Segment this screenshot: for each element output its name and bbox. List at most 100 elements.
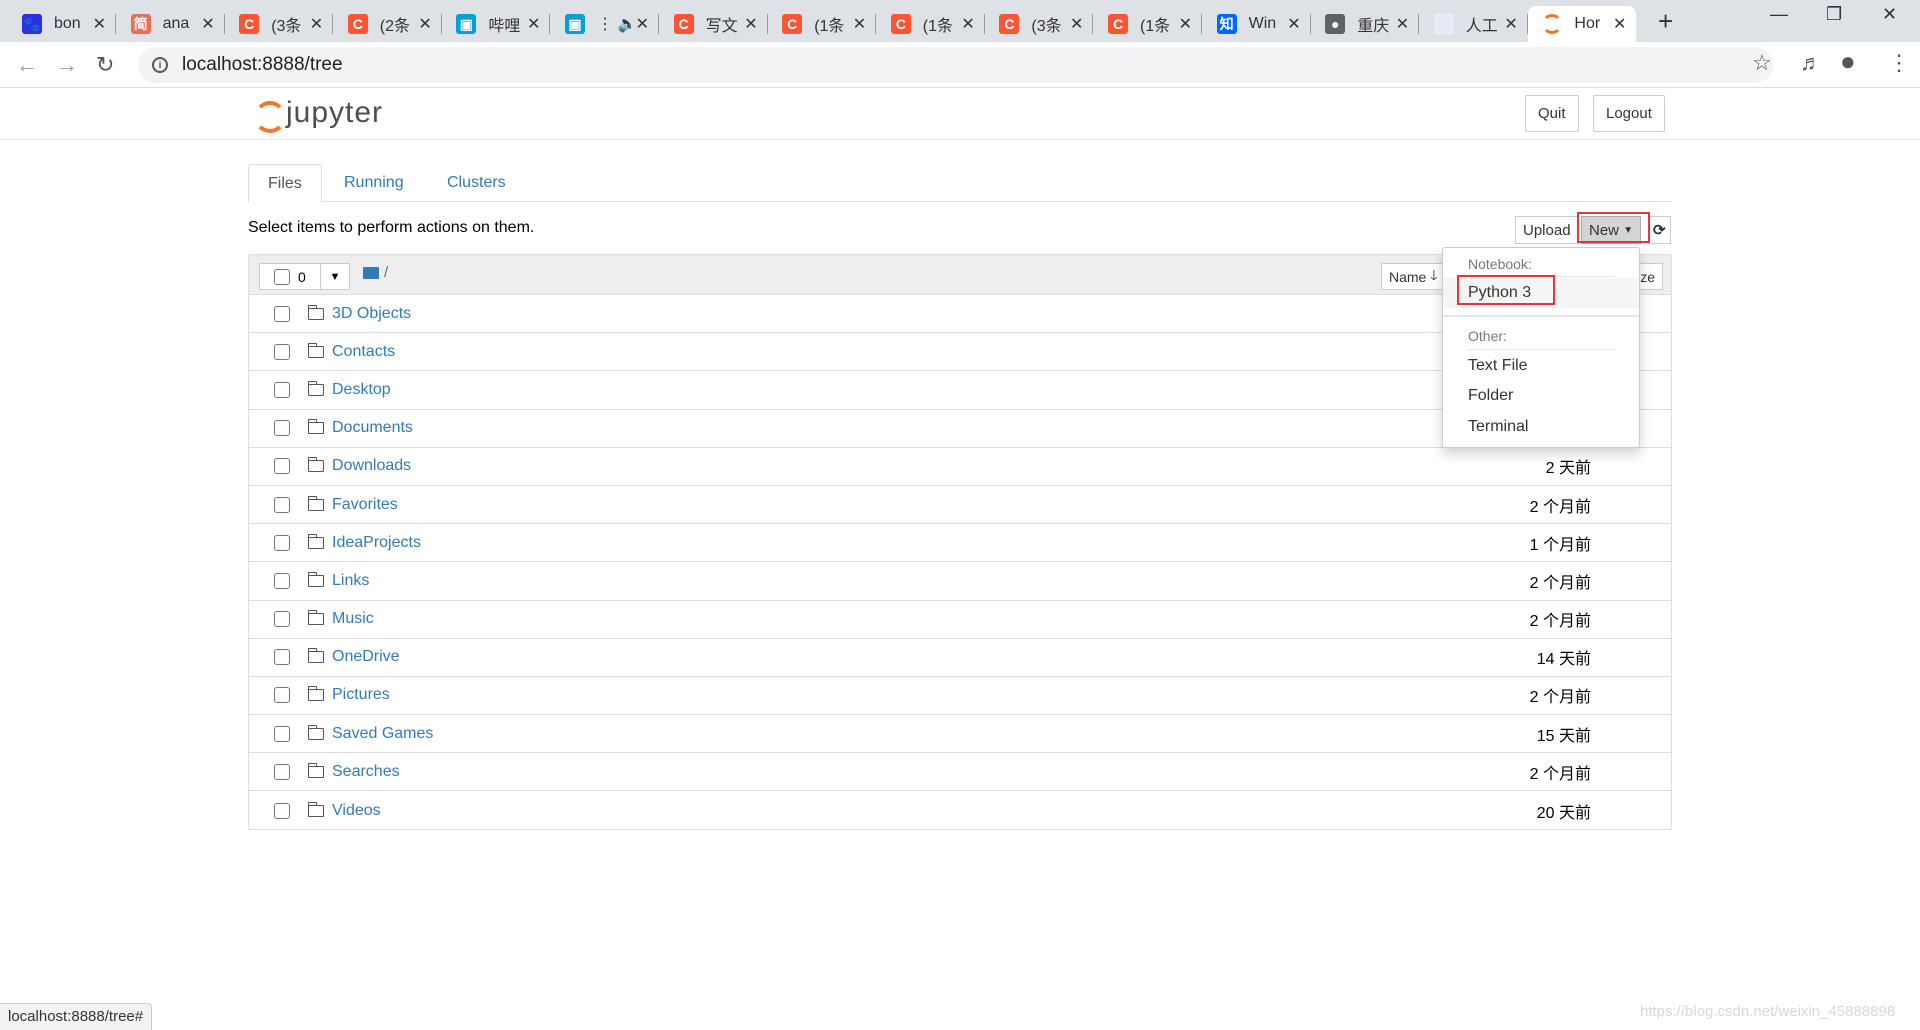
- new-tab-button[interactable]: +: [1658, 6, 1673, 37]
- browser-tab[interactable]: 人工 ✕: [1420, 6, 1528, 42]
- folder-icon: [307, 457, 324, 473]
- url-input[interactable]: i localhost:8888/tree: [138, 47, 1773, 83]
- select-all-checkbox[interactable]: [274, 268, 290, 285]
- reload-icon[interactable]: ↻: [96, 52, 114, 78]
- close-tab-icon[interactable]: ✕: [527, 14, 540, 34]
- browser-tab[interactable]: ▣ ⋮ 🔈 ✕: [551, 6, 659, 42]
- browser-menu-icon[interactable]: ⋮: [1888, 50, 1910, 76]
- item-checkbox[interactable]: [274, 343, 290, 360]
- item-checkbox[interactable]: [274, 763, 290, 780]
- item-name-link[interactable]: Favorites: [332, 496, 398, 514]
- browser-tab-strip: 🐾 bon ✕ 简 ana ✕ C (3条 ✕ C (2条 ✕ ▣ 哔哩 ✕ ▣ ⋮ 🔈 ✕ C 写文 ✕ C (1条 ✕ C (…: [0, 0, 1920, 42]
- browser-tab[interactable]: ● 重庆 ✕: [1311, 6, 1420, 42]
- close-tab-icon[interactable]: ✕: [744, 14, 757, 34]
- logo-text: jupyter: [286, 96, 384, 129]
- item-checkbox[interactable]: [274, 725, 290, 742]
- back-icon[interactable]: ←: [16, 52, 38, 78]
- item-checkbox[interactable]: [274, 496, 290, 513]
- item-checkbox[interactable]: [274, 420, 290, 437]
- close-tab-icon[interactable]: ✕: [93, 14, 106, 34]
- item-name-link[interactable]: OneDrive: [332, 648, 400, 666]
- browser-tab[interactable]: C (1条 ✕: [768, 6, 877, 42]
- tab-title: (3条: [1031, 18, 1062, 35]
- close-tab-icon[interactable]: ✕: [853, 14, 866, 34]
- item-checkbox[interactable]: [274, 802, 290, 819]
- item-modified: 2 天前: [1545, 460, 1591, 478]
- new-terminal-item[interactable]: Terminal: [1443, 412, 1639, 442]
- new-text-file-item[interactable]: Text File: [1443, 351, 1639, 381]
- refresh-button[interactable]: ⟳: [1648, 216, 1671, 244]
- arrow-down-icon: 🡓: [1430, 266, 1438, 283]
- csdn-icon: C: [347, 14, 368, 34]
- item-name-link[interactable]: Pictures: [332, 686, 390, 704]
- item-name-link[interactable]: IdeaProjects: [332, 534, 421, 552]
- logout-button[interactable]: Logout: [1593, 95, 1665, 132]
- watermark: https://blog.csdn.net/weixin_45888898: [1640, 1003, 1896, 1020]
- item-name-link[interactable]: Documents: [332, 419, 413, 437]
- bookmark-star-icon[interactable]: ☆: [1752, 50, 1772, 76]
- browser-tab[interactable]: 简 ana ✕: [117, 6, 225, 42]
- browser-tab[interactable]: C (3条 ✕: [985, 6, 1094, 42]
- item-checkbox[interactable]: [274, 687, 290, 704]
- breadcrumb[interactable]: /: [363, 264, 388, 281]
- folder-icon: [363, 266, 379, 279]
- item-name-link[interactable]: Desktop: [332, 381, 391, 399]
- browser-tab[interactable]: C (1条 ✕: [1094, 6, 1202, 42]
- close-tab-icon[interactable]: ✕: [1504, 14, 1517, 34]
- item-name-link[interactable]: Links: [332, 572, 369, 590]
- jupyter-logo[interactable]: jupyter: [252, 96, 384, 133]
- item-name-link[interactable]: 3D Objects: [332, 305, 411, 323]
- close-tab-icon[interactable]: ✕: [1179, 14, 1192, 34]
- close-tab-icon[interactable]: ✕: [961, 14, 974, 34]
- tab-title: (1条: [814, 18, 845, 35]
- tab-files[interactable]: Files: [248, 164, 322, 203]
- browser-tab[interactable]: C (2条 ✕: [334, 6, 442, 42]
- forward-icon[interactable]: →: [56, 52, 78, 78]
- item-checkbox[interactable]: [274, 458, 290, 475]
- browser-tab[interactable]: C 写文 ✕: [660, 6, 768, 42]
- close-tab-icon[interactable]: ✕: [1396, 14, 1409, 34]
- item-checkbox[interactable]: [274, 572, 290, 589]
- select-all[interactable]: 0: [259, 263, 321, 290]
- restore-button[interactable]: ❐: [1826, 4, 1842, 25]
- item-checkbox[interactable]: [274, 381, 290, 398]
- close-tab-icon[interactable]: ✕: [1070, 14, 1083, 34]
- item-name-link[interactable]: Downloads: [332, 457, 411, 475]
- close-tab-icon[interactable]: ✕: [418, 14, 431, 34]
- browser-tab[interactable]: ▣ 哔哩 ✕: [442, 6, 551, 42]
- minimize-button[interactable]: —: [1770, 4, 1788, 25]
- browser-tab[interactable]: 知 Win ✕: [1203, 6, 1311, 42]
- quit-button[interactable]: Quit: [1525, 95, 1579, 132]
- media-queue-icon[interactable]: ♬: [1800, 50, 1822, 76]
- close-window-button[interactable]: ✕: [1882, 4, 1897, 25]
- item-checkbox[interactable]: [274, 611, 290, 628]
- item-name-link[interactable]: Contacts: [332, 343, 395, 361]
- item-checkbox[interactable]: [274, 305, 290, 322]
- folder-icon: [307, 533, 324, 549]
- close-tab-icon[interactable]: ✕: [1613, 14, 1626, 34]
- browser-tab[interactable]: 🐾 bon ✕: [8, 6, 116, 42]
- folder-label: Folder: [1468, 387, 1514, 404]
- sort-by-name-button[interactable]: Name 🡓: [1381, 263, 1446, 290]
- browser-tab[interactable]: C (3条 ✕: [225, 6, 334, 42]
- browser-tab[interactable]: C (1条 ✕: [877, 6, 985, 42]
- csdn-icon: C: [673, 14, 694, 34]
- upload-button[interactable]: Upload: [1515, 216, 1579, 244]
- close-tab-icon[interactable]: ✕: [201, 14, 214, 34]
- profile-avatar-icon[interactable]: ●: [1840, 46, 1856, 77]
- new-folder-item[interactable]: Folder: [1443, 381, 1639, 411]
- close-tab-icon[interactable]: ✕: [636, 14, 649, 34]
- item-name-link[interactable]: Videos: [332, 802, 381, 820]
- item-name-link[interactable]: Searches: [332, 763, 400, 781]
- close-tab-icon[interactable]: ✕: [310, 14, 323, 34]
- item-name-link[interactable]: Saved Games: [332, 725, 433, 743]
- tab-running[interactable]: Running: [325, 164, 423, 202]
- item-name-link[interactable]: Music: [332, 610, 374, 628]
- tab-clusters[interactable]: Clusters: [428, 164, 525, 202]
- close-tab-icon[interactable]: ✕: [1287, 14, 1300, 34]
- item-checkbox[interactable]: [274, 649, 290, 666]
- browser-tab[interactable]: Hor ✕: [1528, 6, 1637, 42]
- item-checkbox[interactable]: [274, 534, 290, 551]
- select-dropdown-button[interactable]: ▼: [320, 263, 350, 290]
- site-info-icon[interactable]: i: [152, 57, 168, 73]
